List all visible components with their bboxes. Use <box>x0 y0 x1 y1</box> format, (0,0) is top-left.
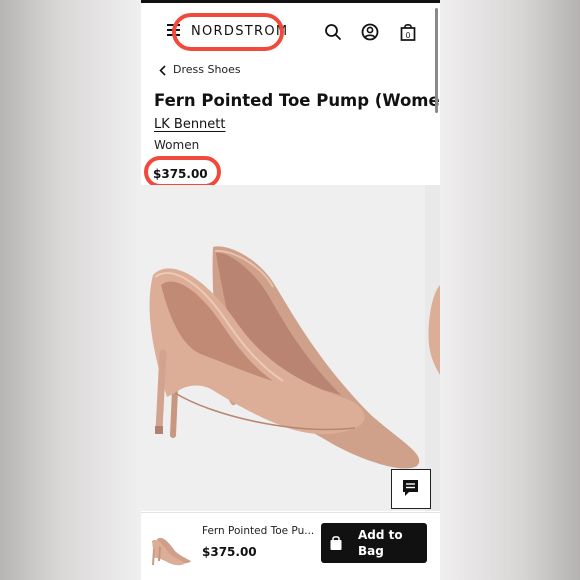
add-to-bag-button[interactable]: Add to Bag <box>321 523 427 563</box>
bag-icon[interactable]: 0 <box>399 22 417 42</box>
shoe-image-next <box>428 285 440 375</box>
search-icon[interactable] <box>323 22 343 42</box>
bottom-bar-price: $375.00 <box>202 545 257 559</box>
sticky-add-to-bag-bar: Fern Pointed Toe Pu... $375.00 Add to Ba… <box>141 512 440 580</box>
product-thumbnail <box>152 537 191 566</box>
product-price: $375.00 <box>153 167 208 181</box>
next-image-peek[interactable] <box>425 185 440 511</box>
shoe-image <box>149 246 420 469</box>
product-category: Women <box>154 138 200 152</box>
chat-button[interactable] <box>391 469 431 509</box>
product-image-gallery[interactable] <box>141 185 440 511</box>
logo-annotation-circle <box>172 13 284 51</box>
breadcrumb[interactable]: Dress Shoes <box>159 63 241 77</box>
breadcrumb-label[interactable]: Dress Shoes <box>173 63 241 77</box>
bag-count: 0 <box>406 31 411 40</box>
phone-screen: NORDSTROM 0 Dress Shoes Fern Pointed Toe… <box>141 0 440 580</box>
account-icon[interactable] <box>360 22 380 42</box>
chat-icon <box>403 480 418 496</box>
product-title: Fern Pointed Toe Pump (Women) <box>154 91 440 110</box>
scrollbar[interactable] <box>435 8 438 113</box>
brand-link[interactable]: LK Bennett <box>154 116 226 134</box>
shopping-bag-icon <box>330 536 342 550</box>
bottom-bar-product-name: Fern Pointed Toe Pu... <box>202 525 315 537</box>
add-to-bag-label: Add to Bag <box>358 528 403 558</box>
site-header: NORDSTROM 0 <box>141 0 440 60</box>
chevron-left-icon <box>159 64 166 76</box>
